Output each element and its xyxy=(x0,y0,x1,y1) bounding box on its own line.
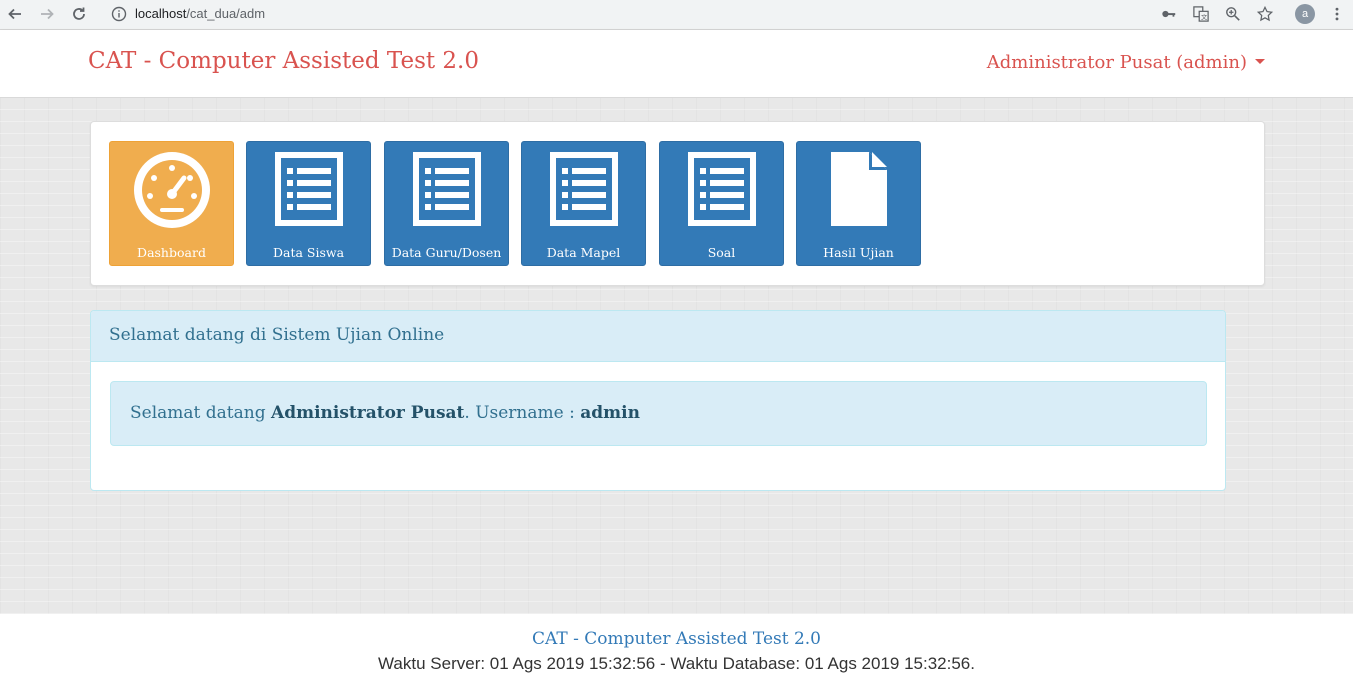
more-menu-icon[interactable] xyxy=(1328,5,1346,23)
url-path: /cat_dua/adm xyxy=(186,6,266,21)
tile-label-soal: Soal xyxy=(707,245,736,260)
reload-icon[interactable] xyxy=(68,4,90,24)
key-icon[interactable] xyxy=(1160,5,1178,23)
tile-hasil-ujian[interactable]: Hasil Ujian xyxy=(796,141,921,266)
tile-label-hasil-ujian: Hasil Ujian xyxy=(823,245,894,260)
url-text: localhost/cat_dua/adm xyxy=(135,6,265,21)
tile-dashboard[interactable]: Dashboard xyxy=(109,141,234,266)
tile-soal[interactable]: Soal xyxy=(659,141,784,266)
tile-data-mapel[interactable]: Data Mapel xyxy=(521,141,646,266)
welcome-user-name: Administrator Pusat xyxy=(271,403,465,423)
tile-label-data-siswa: Data Siswa xyxy=(272,245,345,260)
tile-label-data-guru-dosen: Data Guru/Dosen xyxy=(391,245,502,260)
star-icon[interactable] xyxy=(1256,5,1274,23)
welcome-alert: Selamat datang Administrator Pusat. User… xyxy=(110,381,1207,446)
tile-data-siswa[interactable]: Data Siswa xyxy=(246,141,371,266)
tile-label-data-mapel: Data Mapel xyxy=(546,245,621,260)
url-host: localhost xyxy=(135,6,187,21)
list-icon xyxy=(274,152,343,226)
caret-down-icon xyxy=(1255,58,1265,64)
footer: CAT - Computer Assisted Test 2.0 Waktu S… xyxy=(0,614,1353,683)
welcome-heading-text: Selamat datang di Sistem Ujian Online xyxy=(109,325,445,345)
translate-icon[interactable]: 文 xyxy=(1192,5,1210,23)
info-icon[interactable] xyxy=(111,6,127,22)
tile-data-guru-dosen[interactable]: Data Guru/Dosen xyxy=(384,141,509,266)
welcome-middle: . Username : xyxy=(464,403,581,423)
browser-toolbar: localhost/cat_dua/adm 文 a xyxy=(0,0,1353,30)
file-icon xyxy=(830,152,887,226)
welcome-message: Selamat datang Administrator Pusat. User… xyxy=(130,403,640,423)
brand-link[interactable]: CAT - Computer Assisted Test 2.0 xyxy=(88,48,479,74)
user-menu-dropdown[interactable]: Administrator Pusat (admin) xyxy=(987,52,1265,73)
dashboard-icon xyxy=(133,152,210,228)
profile-avatar[interactable]: a xyxy=(1295,4,1315,24)
list-icon xyxy=(412,152,481,226)
tile-label-dashboard: Dashboard xyxy=(137,245,206,260)
list-icon xyxy=(687,152,756,226)
forward-icon[interactable] xyxy=(36,4,58,24)
top-navbar: CAT - Computer Assisted Test 2.0 Adminis… xyxy=(0,30,1353,98)
user-menu-label: Administrator Pusat (admin) xyxy=(986,52,1247,73)
svg-text:文: 文 xyxy=(1201,13,1208,21)
welcome-panel: Selamat datang di Sistem Ujian Online Se… xyxy=(90,310,1226,491)
footer-title: CAT - Computer Assisted Test 2.0 xyxy=(532,629,821,649)
list-icon xyxy=(549,152,618,226)
footer-time: Waktu Server: 01 Ags 2019 15:32:56 - Wak… xyxy=(378,654,975,673)
address-bar[interactable]: localhost/cat_dua/adm xyxy=(101,1,1282,27)
zoom-icon[interactable] xyxy=(1224,5,1242,23)
menu-panel: Dashboard Data Siswa Data Guru/Dosen Dat… xyxy=(90,121,1265,286)
welcome-panel-heading: Selamat datang di Sistem Ujian Online xyxy=(91,311,1225,362)
welcome-prefix: Selamat datang xyxy=(130,403,271,423)
welcome-username: admin xyxy=(580,403,640,423)
back-icon[interactable] xyxy=(4,4,26,24)
